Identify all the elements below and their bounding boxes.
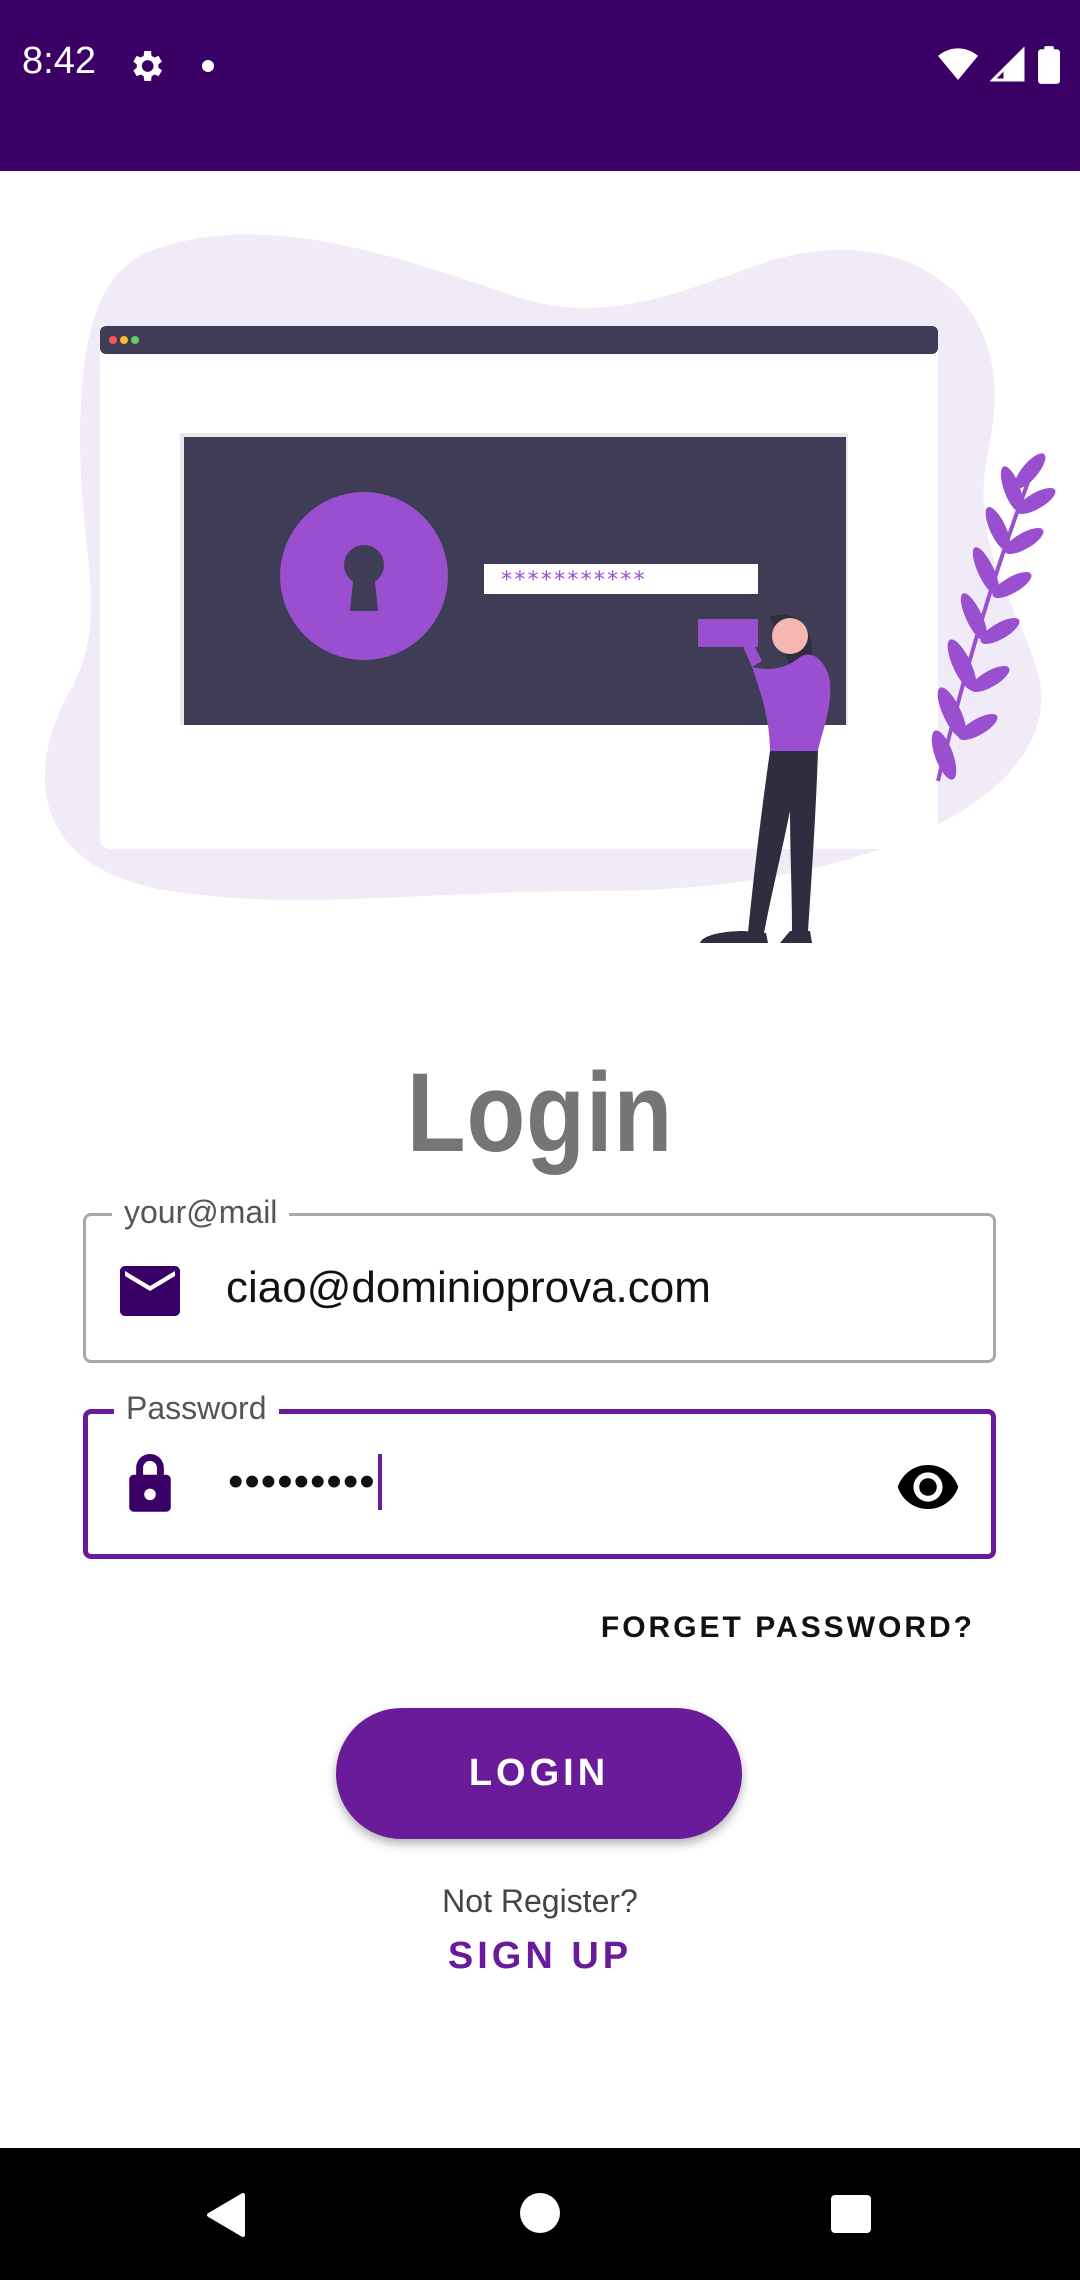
password-field[interactable]: Password ••••••••• [83, 1390, 996, 1559]
page-title: Login [406, 1050, 674, 1175]
back-icon[interactable] [205, 2191, 247, 2239]
password-dots: ••••••••• [228, 1457, 376, 1506]
wifi-icon [938, 48, 978, 80]
password-label: Password [114, 1390, 279, 1427]
not-register-text: Not Register? [442, 1883, 638, 1919]
battery-icon [1038, 46, 1060, 84]
login-illustration: *********** [44, 234, 1056, 943]
text-cursor [377, 1454, 382, 1510]
password-mask: *********** [500, 568, 646, 593]
forget-password-link[interactable]: FORGET PASSWORD? [560, 1611, 975, 1645]
cell-signal-icon [990, 47, 1025, 82]
login-button[interactable]: LOGIN [336, 1708, 742, 1839]
status-time: 8:42 [22, 40, 96, 82]
navigation-bar [0, 2148, 1080, 2280]
status-icons [938, 46, 1060, 84]
home-icon[interactable] [520, 2193, 560, 2233]
notification-dot-icon [202, 60, 214, 72]
mail-icon [120, 1266, 180, 1316]
email-value: ciao@dominioprova.com [226, 1263, 711, 1312]
sign-up-link[interactable]: SIGN UP [0, 1935, 1080, 1978]
recents-icon[interactable] [831, 2195, 871, 2233]
password-value: ••••••••• [228, 1454, 382, 1510]
email-field[interactable]: your@mail ciao@dominioprova.com [83, 1194, 996, 1363]
status-bar: 8:42 [0, 0, 1080, 171]
gear-icon [133, 51, 162, 81]
eye-icon[interactable] [895, 1459, 961, 1515]
lock-icon [129, 1454, 171, 1512]
browser-titlebar [100, 326, 938, 354]
email-label: your@mail [112, 1194, 290, 1231]
